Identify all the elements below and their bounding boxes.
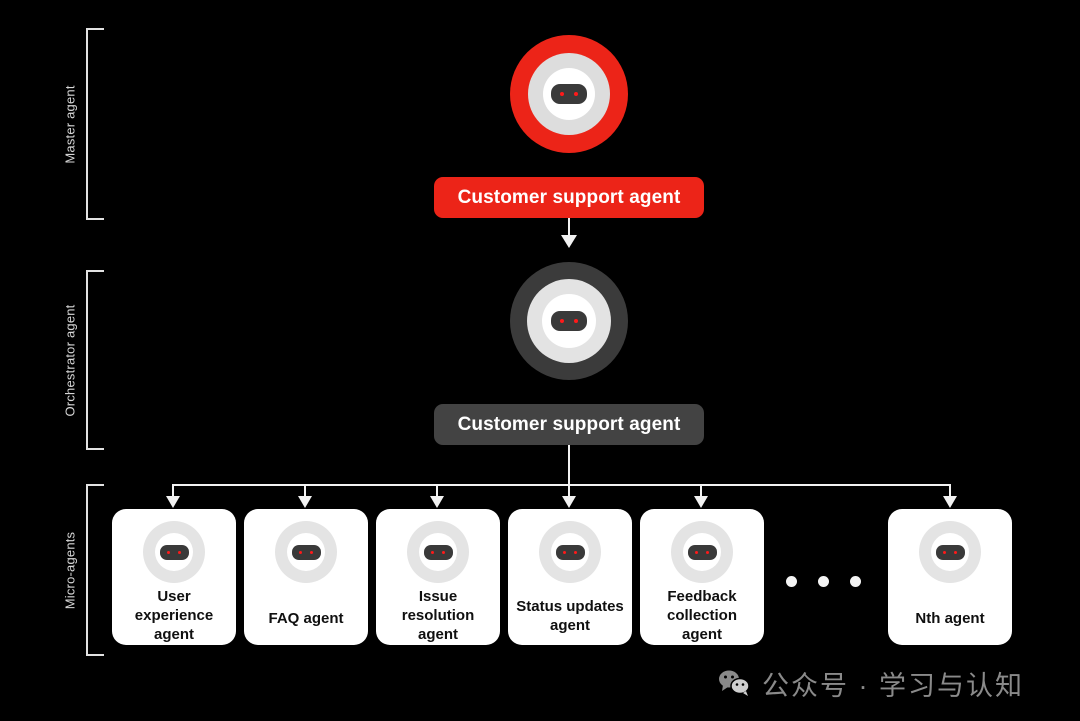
robot-eye-right-icon bbox=[574, 550, 577, 554]
robot-eye-left-icon bbox=[431, 550, 434, 554]
ellipsis-dot bbox=[818, 576, 829, 587]
tier-bracket-orchestrator bbox=[86, 270, 104, 450]
connector-arrow-card-2 bbox=[298, 496, 312, 508]
connector-arrow-card-6 bbox=[943, 496, 957, 508]
tier-bracket-master bbox=[86, 28, 104, 220]
robot-eye-right-icon bbox=[574, 92, 578, 96]
robot-eye-right-icon bbox=[706, 550, 709, 554]
micro-agent-avatar bbox=[407, 521, 469, 583]
connector-bus-horizontal bbox=[172, 484, 951, 486]
micro-agent-avatar bbox=[539, 521, 601, 583]
robot-eye-right-icon bbox=[574, 319, 578, 323]
robot-face-icon bbox=[687, 544, 717, 560]
connector-orchestrator-stem bbox=[568, 445, 570, 484]
orchestrator-avatar-inner bbox=[542, 294, 596, 348]
robot-face-icon bbox=[291, 544, 321, 560]
connector-arrow-card-5 bbox=[694, 496, 708, 508]
micro-agent-card[interactable]: Nth agent bbox=[888, 509, 1012, 645]
watermark-text: 公众号 · 学习与认知 bbox=[762, 671, 1024, 701]
robot-eye-left-icon bbox=[299, 550, 302, 554]
robot-eye-left-icon bbox=[943, 550, 946, 554]
watermark: 公众号 · 学习与认知 bbox=[718, 664, 1024, 703]
robot-eye-left-icon bbox=[167, 550, 170, 554]
ellipsis-dot bbox=[786, 576, 797, 587]
micro-agent-card[interactable]: User experience agent bbox=[112, 509, 236, 645]
connector-arrow-orchestrator bbox=[561, 235, 577, 248]
diagram-canvas: Master agent Orchestrator agent Micro-ag… bbox=[0, 0, 1080, 721]
orchestrator-agent-button[interactable]: Customer support agent bbox=[434, 404, 704, 445]
master-avatar-inner bbox=[543, 68, 595, 120]
tier-label-master: Master agent bbox=[62, 85, 78, 164]
micro-agent-avatar bbox=[143, 521, 205, 583]
robot-eye-right-icon bbox=[310, 550, 313, 554]
tier-label-micro: Micro-agents bbox=[62, 531, 78, 610]
robot-face-icon bbox=[555, 544, 585, 560]
micro-avatar-inner bbox=[931, 533, 969, 571]
micro-agent-label: Feedback collection agent bbox=[666, 588, 737, 643]
micro-agent-label: FAQ agent bbox=[268, 610, 344, 627]
micro-avatar-inner bbox=[155, 533, 193, 571]
master-avatar-mid-ring bbox=[528, 53, 610, 135]
tier-bracket-micro bbox=[86, 484, 104, 656]
robot-eye-left-icon bbox=[560, 319, 564, 323]
micro-agent-card[interactable]: Status updates agent bbox=[508, 509, 632, 645]
micro-avatar-inner bbox=[683, 533, 721, 571]
robot-eye-right-icon bbox=[954, 550, 957, 554]
tier-label-orchestrator: Orchestrator agent bbox=[62, 304, 78, 417]
micro-agent-avatar bbox=[275, 521, 337, 583]
master-agent-button[interactable]: Customer support agent bbox=[434, 177, 704, 218]
robot-face-icon bbox=[551, 311, 587, 331]
micro-avatar-inner bbox=[287, 533, 325, 571]
connector-arrow-card-1 bbox=[166, 496, 180, 508]
micro-avatar-inner bbox=[551, 533, 589, 571]
micro-agent-label: Nth agent bbox=[915, 610, 985, 627]
ellipsis-dot bbox=[850, 576, 861, 587]
micro-agent-card[interactable]: Feedback collection agent bbox=[640, 509, 764, 645]
robot-face-icon bbox=[551, 84, 587, 104]
micro-agent-label: User experience agent bbox=[134, 588, 214, 643]
robot-eye-left-icon bbox=[695, 550, 698, 554]
orchestrator-agent-avatar bbox=[510, 262, 628, 380]
robot-face-icon bbox=[159, 544, 189, 560]
orchestrator-avatar-mid-ring bbox=[527, 279, 611, 363]
wechat-icon bbox=[718, 669, 752, 699]
robot-eye-left-icon bbox=[560, 92, 564, 96]
robot-eye-right-icon bbox=[178, 550, 181, 554]
micro-agent-label: Issue resolution agent bbox=[401, 588, 475, 643]
master-agent-avatar bbox=[510, 35, 628, 153]
micro-avatar-inner bbox=[419, 533, 457, 571]
robot-eye-left-icon bbox=[563, 550, 566, 554]
micro-agent-card[interactable]: Issue resolution agent bbox=[376, 509, 500, 645]
connector-arrow-card-4 bbox=[562, 496, 576, 508]
micro-agent-card[interactable]: FAQ agent bbox=[244, 509, 368, 645]
connector-arrow-card-3 bbox=[430, 496, 444, 508]
robot-eye-right-icon bbox=[442, 550, 445, 554]
robot-face-icon bbox=[423, 544, 453, 560]
micro-agent-avatar bbox=[919, 521, 981, 583]
robot-face-icon bbox=[935, 544, 965, 560]
micro-agent-label: Status updates agent bbox=[516, 598, 624, 634]
micro-agent-avatar bbox=[671, 521, 733, 583]
